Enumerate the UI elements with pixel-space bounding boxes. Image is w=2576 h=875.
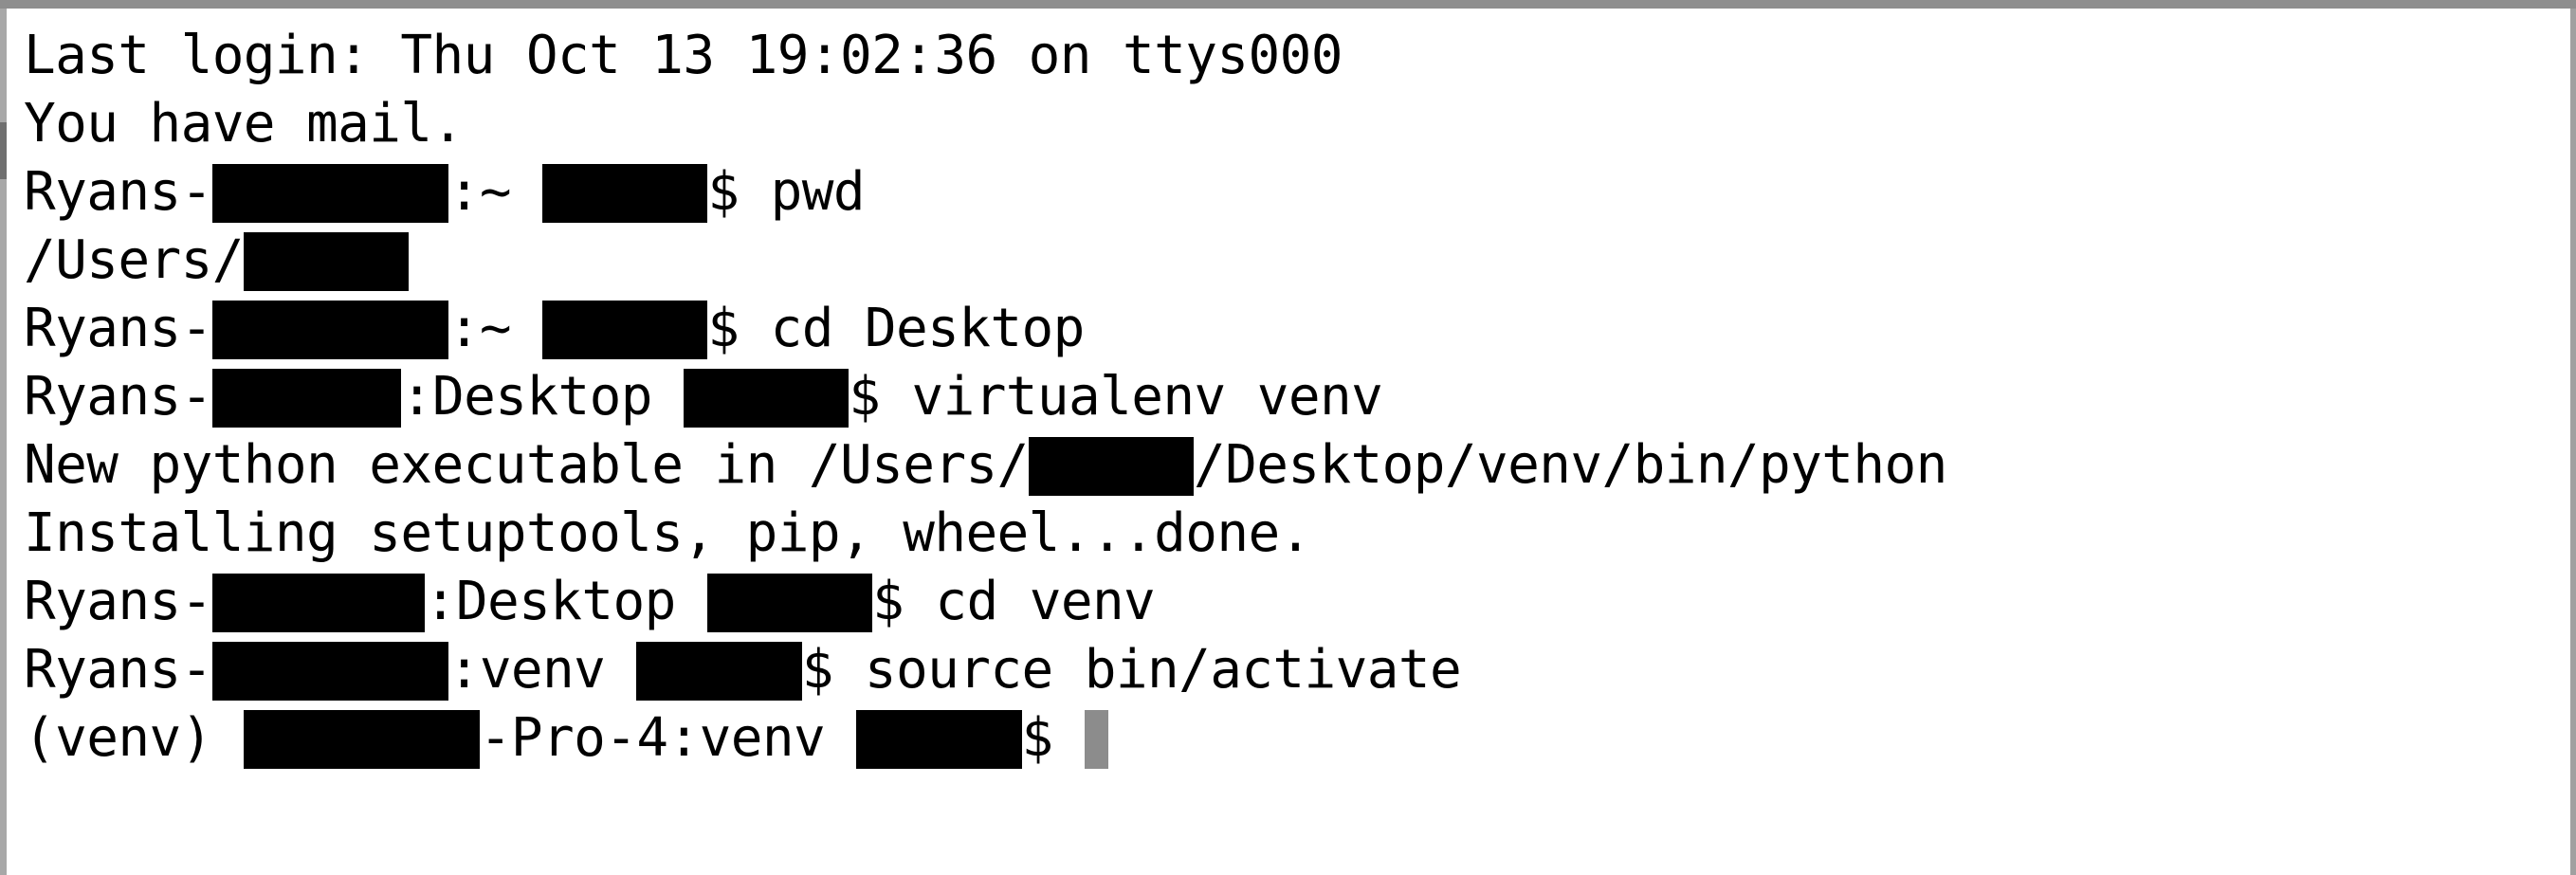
redaction-bar [542, 164, 708, 223]
terminal-line: Ryans- :~ $ cd Desktop [24, 295, 2570, 363]
terminal-line: (venv) -Pro-4:venv $ [24, 704, 2570, 773]
terminal-text: New python executable in /Users/ [24, 434, 1029, 496]
redaction-bar [211, 574, 425, 632]
terminal-line: Ryans- :Desktop $ virtualenv venv [24, 363, 2570, 431]
redaction-bar [211, 642, 448, 701]
terminal-text: $ cd venv [872, 571, 1156, 632]
terminal-text: You have mail. [24, 93, 464, 155]
terminal-text: :~ [448, 298, 543, 359]
redaction-bar [1028, 437, 1194, 496]
terminal-text: /Desktop/venv/bin/python [1193, 434, 1947, 496]
terminal-window: Last login: Thu Oct 13 19:02:36 on ttys0… [0, 0, 2576, 875]
terminal-output-area[interactable]: Last login: Thu Oct 13 19:02:36 on ttys0… [7, 9, 2570, 875]
terminal-text: Ryans- [24, 298, 212, 359]
terminal-text: (venv) [24, 707, 244, 769]
terminal-text: Ryans- [24, 639, 212, 701]
redaction-bar [636, 642, 802, 701]
terminal-line: You have mail. [24, 90, 2570, 158]
redaction-bar [243, 710, 480, 769]
terminal-text: $ pwd [707, 161, 865, 223]
terminal-cursor [1084, 710, 1108, 769]
window-right-edge [2570, 9, 2576, 875]
redaction-bar [542, 301, 708, 359]
redaction-bar [211, 369, 401, 428]
window-left-edge [0, 9, 7, 875]
window-left-scroll-nub[interactable] [0, 122, 7, 179]
terminal-text: /Users/ [24, 229, 244, 291]
terminal-text: Last login: Thu Oct 13 19:02:36 on ttys0… [24, 25, 1343, 86]
terminal-text: Ryans- [24, 161, 212, 223]
terminal-line: Ryans- :venv $ source bin/activate [24, 636, 2570, 704]
terminal-text: Ryans- [24, 571, 212, 632]
terminal-text: Ryans- [24, 366, 212, 428]
terminal-text: :Desktop [424, 571, 707, 632]
terminal-line: New python executable in /Users/ /Desktop… [24, 431, 2570, 500]
terminal-text: $ cd Desktop [707, 298, 1085, 359]
terminal-line: Ryans- :Desktop $ cd venv [24, 568, 2570, 636]
terminal-text: -Pro-4:venv [479, 707, 857, 769]
redaction-bar [683, 369, 850, 428]
redaction-bar [243, 232, 410, 291]
terminal-text: :venv [448, 639, 637, 701]
redaction-bar [856, 710, 1022, 769]
terminal-text: $ [1021, 707, 1085, 769]
terminal-line: Installing setuptools, pip, wheel...done… [24, 500, 2570, 568]
terminal-line: Last login: Thu Oct 13 19:02:36 on ttys0… [24, 22, 2570, 90]
terminal-line: /Users/ [24, 227, 2570, 295]
terminal-line: Ryans- :~ $ pwd [24, 158, 2570, 227]
terminal-text: :Desktop [400, 366, 684, 428]
redaction-bar [211, 301, 448, 359]
window-top-edge [0, 0, 2576, 9]
terminal-text: :~ [448, 161, 543, 223]
redaction-bar [706, 574, 873, 632]
redaction-bar [211, 164, 448, 223]
terminal-text: $ virtualenv venv [849, 366, 1383, 428]
terminal-text: Installing setuptools, pip, wheel...done… [24, 502, 1311, 564]
terminal-text: $ source bin/activate [801, 639, 1462, 701]
